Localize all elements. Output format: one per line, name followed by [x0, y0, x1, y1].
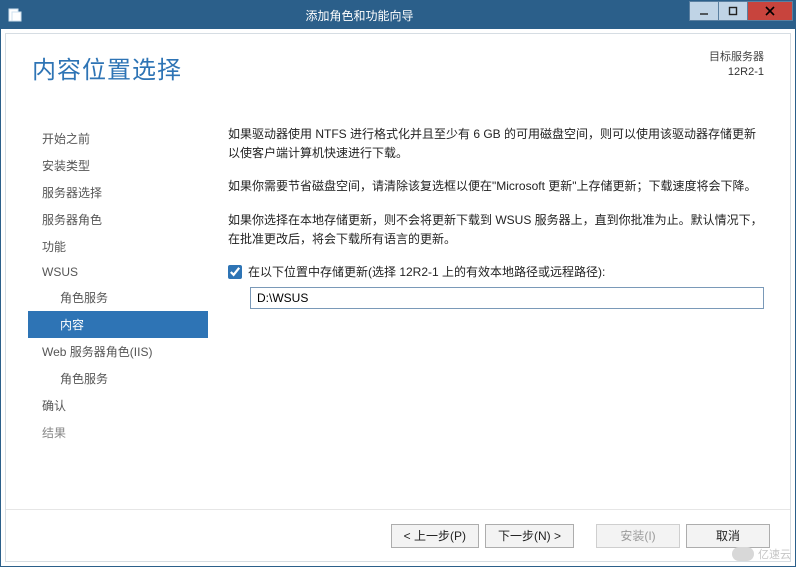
wizard-footer: < 上一步(P) 下一步(N) > 安装(I) 取消	[6, 509, 790, 561]
destination-label: 目标服务器	[709, 50, 764, 65]
nav-wsus[interactable]: WSUS	[28, 260, 208, 284]
next-button[interactable]: 下一步(N) >	[485, 524, 574, 548]
nav-results: 结果	[28, 419, 208, 446]
para-local-store: 如果你选择在本地存储更新，则不会将更新下载到 WSUS 服务器上，直到你批准为止…	[228, 211, 766, 249]
destination-info: 目标服务器 12R2-1	[709, 50, 764, 81]
install-button: 安装(I)	[596, 524, 680, 548]
para-save-space: 如果你需要节省磁盘空间，请清除该复选框以便在"Microsoft 更新"上存储更…	[228, 177, 766, 196]
page-title: 内容位置选择	[32, 50, 709, 85]
store-updates-label[interactable]: 在以下位置中存储更新(选择 12R2-1 上的有效本地路径或远程路径):	[248, 263, 605, 281]
maximize-button[interactable]	[718, 1, 748, 21]
nav-web-server-role[interactable]: Web 服务器角色(IIS)	[28, 338, 208, 365]
destination-server: 12R2-1	[709, 65, 764, 80]
window-controls	[690, 1, 793, 23]
window-title: 添加角色和功能向导	[29, 7, 690, 24]
wizard-body: 内容位置选择 目标服务器 12R2-1 开始之前 安装类型 服务器选择 服务器角…	[5, 33, 791, 562]
page-content: 如果驱动器使用 NTFS 进行格式化并且至少有 6 GB 的可用磁盘空间，则可以…	[208, 125, 768, 509]
close-button[interactable]	[747, 1, 793, 21]
titlebar: 添加角色和功能向导	[1, 1, 795, 29]
nav-installation-type[interactable]: 安装类型	[28, 152, 208, 179]
minimize-button[interactable]	[689, 1, 719, 21]
nav-confirmation[interactable]: 确认	[28, 392, 208, 419]
nav-wsus-content[interactable]: 内容	[28, 311, 208, 338]
store-path-input[interactable]	[250, 287, 764, 309]
wizard-nav: 开始之前 安装类型 服务器选择 服务器角色 功能 WSUS 角色服务 内容 We…	[28, 125, 208, 509]
para-ntfs-requirement: 如果驱动器使用 NTFS 进行格式化并且至少有 6 GB 的可用磁盘空间，则可以…	[228, 125, 766, 163]
nav-wsus-role-services[interactable]: 角色服务	[28, 284, 208, 311]
store-updates-row: 在以下位置中存储更新(选择 12R2-1 上的有效本地路径或远程路径):	[228, 263, 766, 281]
page-body: 开始之前 安装类型 服务器选择 服务器角色 功能 WSUS 角色服务 内容 We…	[6, 125, 790, 509]
wizard-window: 添加角色和功能向导 内容位置选择 目标服务器 12R2-1 开始之前	[0, 0, 796, 567]
nav-server-selection[interactable]: 服务器选择	[28, 179, 208, 206]
nav-web-role-services[interactable]: 角色服务	[28, 365, 208, 392]
page-header: 内容位置选择 目标服务器 12R2-1	[6, 34, 790, 91]
nav-server-roles[interactable]: 服务器角色	[28, 206, 208, 233]
nav-features[interactable]: 功能	[28, 233, 208, 260]
cancel-button[interactable]: 取消	[686, 524, 770, 548]
previous-button[interactable]: < 上一步(P)	[391, 524, 479, 548]
nav-before-you-begin[interactable]: 开始之前	[28, 125, 208, 152]
app-icon	[1, 8, 29, 22]
store-updates-checkbox[interactable]	[228, 265, 242, 279]
